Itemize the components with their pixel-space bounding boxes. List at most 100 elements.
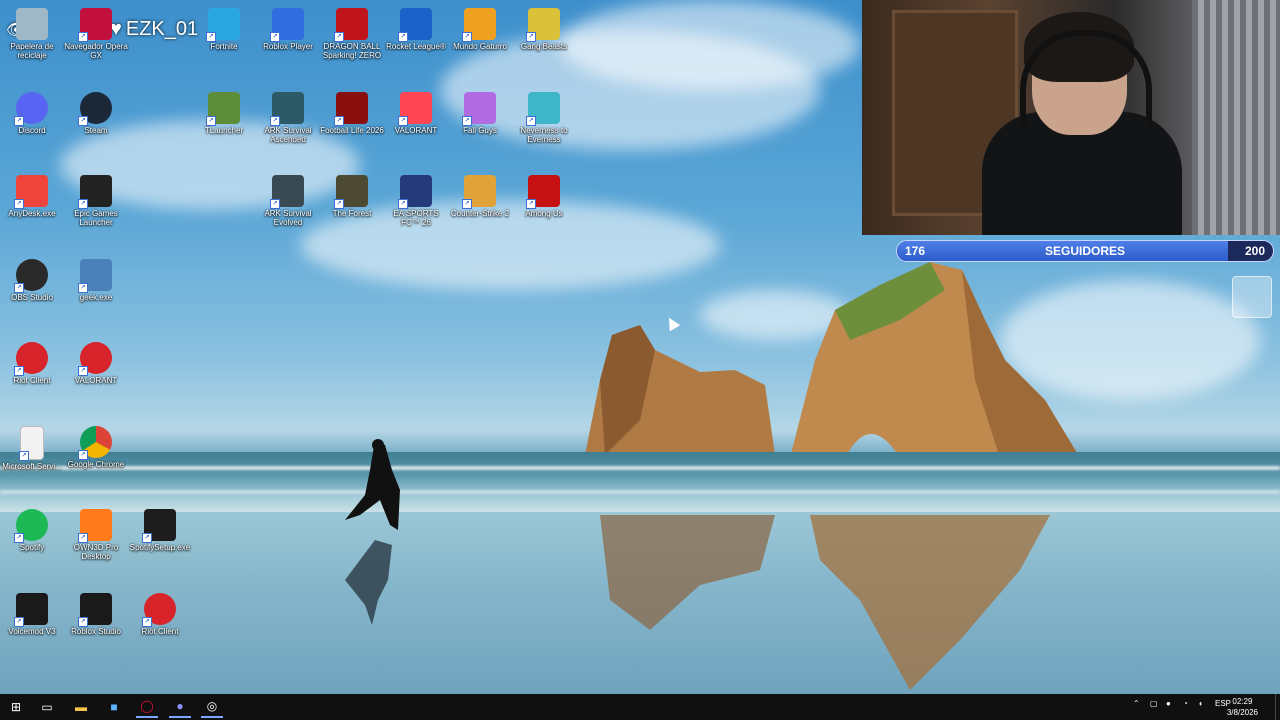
microsoft-store-icon[interactable]: ■ [103,696,125,718]
desktop-shortcut[interactable]: ↗ Google Chrome [64,422,128,469]
shortcut-arrow-icon: ↗ [398,199,408,209]
shortcut-arrow-icon: ↗ [526,199,536,209]
shortcut-label: OBS Studio [11,292,53,302]
shortcut-arrow-icon: ↗ [462,115,472,126]
ea-fc-icon: ↗ [398,175,432,209]
webcam-feed [862,0,1280,235]
opera-gx-icon[interactable]: ◯ [136,696,158,718]
desktop-shortcut[interactable]: ↗ VALORANT [384,88,448,135]
desktop-shortcut[interactable]: ↗ Riot Client [0,338,64,385]
desktop-shortcut[interactable]: ↗ The Forest [320,171,384,218]
shortcut-label: Mundo Gaturro [453,42,507,51]
desktop-shortcut[interactable]: ↗ EA SPORTS FC™ 26 [384,171,448,227]
desktop-shortcut[interactable]: ↗ Neverness to Everness [512,88,576,144]
discord-icon[interactable]: ● [169,696,191,718]
shortcut-label: geek.exe [79,292,113,302]
clock-time: 02:29 [1232,697,1253,706]
windows-start-icon[interactable]: ⊞ [5,696,27,718]
desktop-shortcut[interactable]: ↗ Mundo Gaturro [448,4,512,51]
desktop-shortcut[interactable]: ↗ Discord [0,88,64,135]
desktop-shortcut[interactable]: ↗ Roblox Player [256,4,320,51]
microphone-icon[interactable]: ● [1166,699,1171,708]
valorant-icon: ↗ [398,91,432,126]
shortcut-label: Navegador Opera GX [64,42,128,60]
file-explorer-icon[interactable]: ▬ [70,696,92,718]
riot-client-icon: ↗ [14,342,48,376]
desktop-shortcut[interactable]: ↗ ARK Survival Evolved [256,171,320,227]
follower-label: SEGUIDORES [1044,244,1125,258]
shortcut-label: Counter-Strike 2 [450,209,510,218]
gang-beasts-icon: ↗ [526,8,560,42]
desktop-shortcut[interactable]: ↗ Fortnite [192,4,256,51]
tray-app-icon[interactable]: ▢ [1150,699,1158,708]
spotify-icon: ↗ [14,509,48,543]
football-life-icon: ↗ [334,91,368,126]
shortcut-label: Steam [84,125,108,135]
shortcut-label: Papelera de reciclaje [10,42,54,60]
anydesk-icon: ↗ [14,175,48,209]
shortcut-arrow-icon: ↗ [398,32,408,42]
obs-icon[interactable]: ◎ [201,696,223,718]
curtain [1192,0,1280,235]
desktop-shortcut[interactable]: ↗ Fall Guys [448,88,512,135]
clock[interactable]: 02:29 3/8/2026 [1227,696,1258,718]
desktop-shortcut[interactable]: ↗ DRAGON BALL Sparking! ZERO [320,4,384,60]
riot-client-icon: ↗ [142,592,176,627]
shortcut-arrow-icon: ↗ [78,282,88,293]
desktop-shortcut[interactable]: ↗ SpotifySetup.exe [128,505,192,552]
desktop-shortcut[interactable]: ↗ Steam [64,88,128,135]
desktop-shortcut[interactable]: ↗ geek.exe [64,255,128,302]
shortcut-label: The Forest [332,209,372,218]
desktop-shortcut[interactable]: ↗ Among Us [512,171,576,218]
show-desktop-button[interactable] [1275,694,1280,720]
minecraft-icon: ↗ [206,91,240,126]
task-view-icon[interactable]: ▭ [36,696,58,718]
shortcut-label: Football Life 2026 [320,125,384,135]
desktop-shortcut[interactable]: ↗ Microsoft.Servi... [0,422,64,471]
shortcut-arrow-icon: ↗ [270,115,280,126]
desktop-shortcut[interactable]: ↗ Voicemod V3 [0,589,64,636]
shortcut-arrow-icon: ↗ [334,115,344,126]
desktop-shortcut[interactable]: ↗ OWN3D Pro Desktop [64,505,128,561]
shortcut-label: Epic Games Launcher [74,209,118,227]
shortcut-arrow-icon: ↗ [14,282,24,293]
shortcut-arrow-icon: ↗ [398,115,408,126]
shortcut-arrow-icon: ↗ [14,366,24,376]
shortcut-label: Riot Client [141,626,179,636]
desktop-shortcut[interactable]: ↗ Roblox Studio [64,589,128,636]
steam-icon: ↗ [78,91,112,126]
shortcut-arrow-icon: ↗ [526,115,536,126]
desktop-shortcut[interactable]: ↗ VALORANT [64,338,128,385]
shortcut-arrow-icon: ↗ [14,616,24,627]
shortcut-label: Discord [18,125,46,135]
desktop-shortcut[interactable]: ↗ OBS Studio [0,255,64,302]
shortcut-arrow-icon: ↗ [142,616,152,627]
desktop-shortcut[interactable]: ↗ TLauncher [192,88,256,135]
volume-icon[interactable]: ◖ [1198,699,1203,708]
follower-goal: 200 [1244,244,1265,258]
desktop-shortcut[interactable]: ↗ Counter-Strike 2 [448,171,512,218]
desktop-shortcut[interactable]: ↗ Football Life 2026 [320,88,384,135]
desktop-shortcut[interactable]: ↗ Spotify [0,505,64,552]
desktop-shortcut[interactable]: ↗ Navegador Opera GX [64,4,128,60]
desktop-shortcut[interactable]: ↗ Riot Client [128,589,192,636]
neverness-icon: ↗ [526,91,560,126]
shortcut-arrow-icon: ↗ [206,32,216,42]
shortcut-arrow-icon: ↗ [526,32,536,42]
desktop-shortcut[interactable]: ↗ Gang Beasts [512,4,576,51]
wifi-icon[interactable]: ◔ [1183,699,1188,708]
gaturro-icon: ↗ [462,8,496,42]
desktop-shortcut[interactable]: ↗ Rocket League® [384,4,448,51]
recycle-widget-icon[interactable] [1232,276,1272,318]
own3d-icon: ↗ [78,509,112,543]
shortcut-label: ARK Survival Ascended [264,125,312,144]
desktop-shortcut[interactable]: Papelera de reciclaje [0,4,64,60]
desktop-shortcut[interactable]: ↗ Epic Games Launcher [64,171,128,227]
tray-chevron-icon[interactable]: ⌃ [1133,699,1140,708]
desktop-shortcut[interactable]: ↗ AnyDesk.exe [0,171,64,218]
epic-games-icon: ↗ [78,175,112,209]
shortcut-arrow-icon: ↗ [78,533,88,543]
desktop-shortcut[interactable]: ↗ ARK Survival Ascended [256,88,320,144]
discord-icon: ↗ [14,91,48,126]
shortcut-arrow-icon: ↗ [270,199,280,209]
